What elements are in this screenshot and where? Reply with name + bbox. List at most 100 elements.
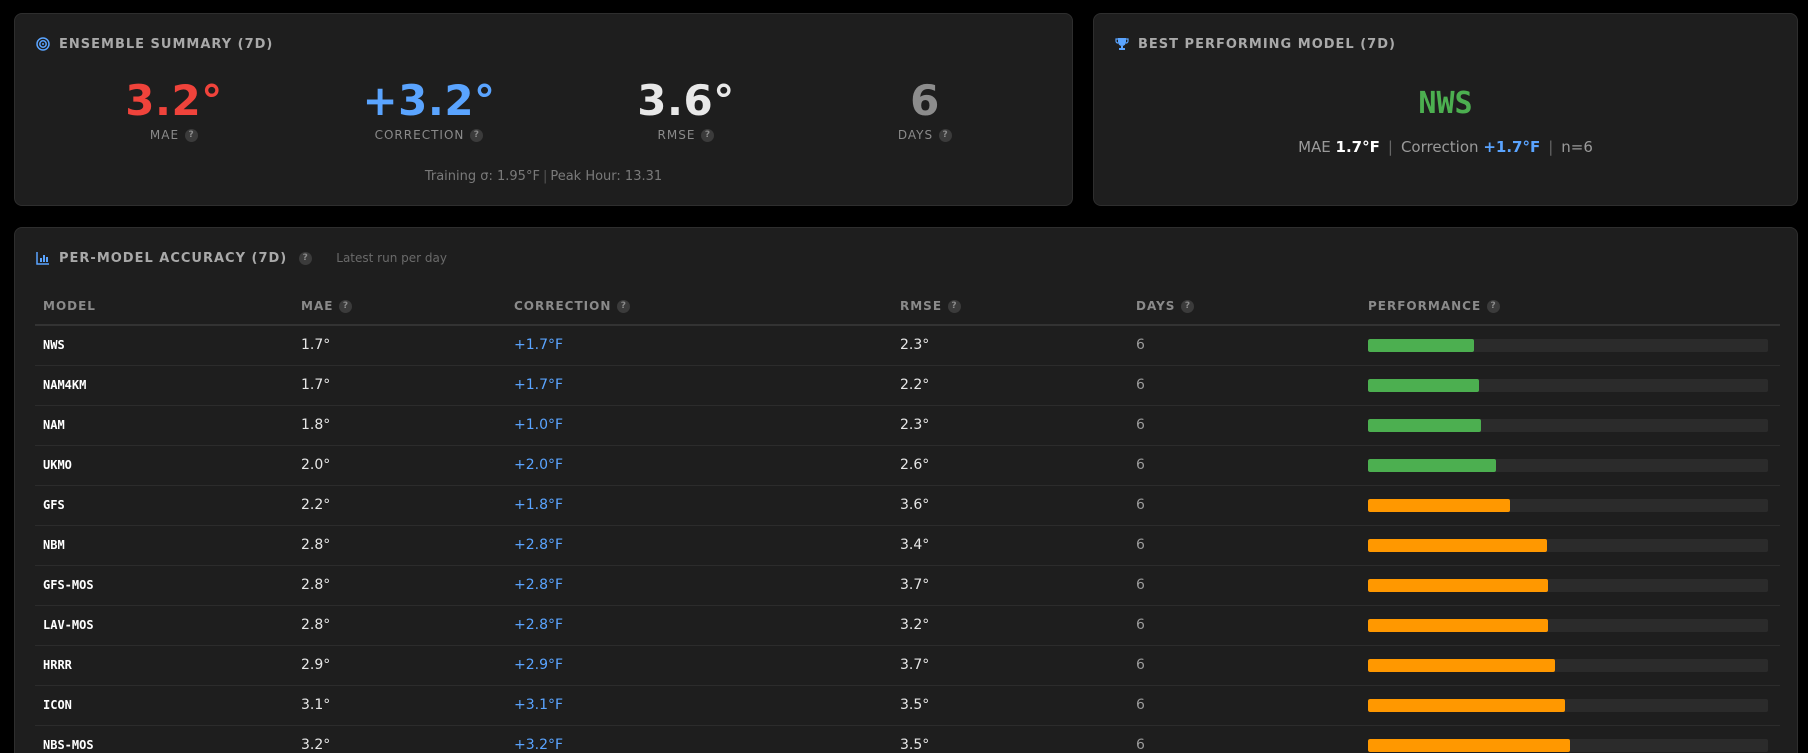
model-performance [1360,365,1780,406]
col-days-label: DAYS [1136,299,1176,313]
table-row: GFS 2.2° +1.8°F 3.6° 6 [35,485,1780,526]
col-rmse-label: RMSE [900,299,943,313]
model-rmse: 2.6° [892,445,1128,486]
performance-bar-fill [1368,538,1548,552]
best-sample-count: n=6 [1561,138,1593,156]
model-name: NBS-MOS [35,725,293,753]
model-days: 6 [1128,685,1360,726]
col-days: DAYS? [1128,288,1360,326]
model-days: 6 [1128,605,1360,646]
performance-bar-fill [1368,418,1482,432]
ensemble-summary-title-text: ENSEMBLE SUMMARY (7D) [59,36,274,52]
help-icon[interactable]: ? [339,300,353,313]
model-name: HRRR [35,645,293,686]
performance-bar-track [1368,738,1768,752]
performance-bar-fill [1368,618,1548,632]
table-row: HRRR 2.9° +2.9°F 3.7° 6 [35,645,1780,686]
help-icon[interactable]: ? [470,128,484,142]
help-icon[interactable]: ? [939,128,953,142]
stat-correction-label: CORRECTION [374,128,465,142]
model-mae: 3.2° [293,725,506,753]
model-rmse: 3.7° [892,565,1128,606]
stat-days-value: 6 [910,76,940,125]
table-row: NAM 1.8° +1.0°F 2.3° 6 [35,405,1780,446]
model-rmse: 3.4° [892,525,1128,566]
summary-footnote: Training σ: 1.95°F | Peak Hour: 13.31 [424,169,663,184]
col-rmse: RMSE? [892,288,1128,326]
model-days: 6 [1128,325,1360,366]
model-rmse: 3.6° [892,485,1128,526]
help-icon[interactable]: ? [1487,300,1501,313]
model-name: NAM [35,405,293,446]
help-icon[interactable]: ? [185,128,199,142]
help-icon[interactable]: ? [1181,300,1195,313]
model-name: ICON [35,685,293,726]
model-mae: 3.1° [293,685,506,726]
accuracy-table: MODEL MAE? CORRECTION? RMSE? DAYS? PERFO… [35,288,1780,753]
model-name: GFS [35,485,293,526]
table-row: GFS-MOS 2.8° +2.8°F 3.7° 6 [35,565,1780,606]
help-icon[interactable]: ? [701,128,715,142]
best-mae-label: MAE [1298,138,1331,156]
performance-bar-track [1368,578,1768,592]
performance-bar-track [1368,618,1768,632]
model-performance [1360,725,1780,753]
model-performance [1360,325,1780,366]
col-model: MODEL [35,288,293,326]
help-icon[interactable]: ? [948,300,962,313]
performance-bar-track [1368,538,1768,552]
model-name: NWS [35,325,293,366]
target-icon [35,36,51,52]
performance-bar-track [1368,658,1768,672]
ensemble-summary-title: ENSEMBLE SUMMARY (7D) [35,36,273,52]
model-performance [1360,685,1780,726]
model-name: LAV-MOS [35,605,293,646]
performance-bar-track [1368,378,1768,392]
stat-mae-label: MAE [149,128,180,142]
performance-bar-fill [1368,458,1496,472]
bar-chart-icon [35,250,51,266]
performance-bar-track [1368,458,1768,472]
model-days: 6 [1128,725,1360,753]
model-name: GFS-MOS [35,565,293,606]
model-performance [1360,445,1780,486]
per-model-accuracy-card: PER-MODEL ACCURACY (7D) ? Latest run per… [14,227,1798,753]
performance-bar-fill [1368,738,1570,752]
help-icon[interactable]: ? [617,300,631,313]
table-row: NBS-MOS 3.2° +3.2°F 3.5° 6 [35,725,1780,753]
model-performance [1360,485,1780,526]
stat-rmse-value: 3.6° [637,76,735,125]
model-days: 6 [1128,365,1360,406]
table-row: NAM4KM 1.7° +1.7°F 2.2° 6 [35,365,1780,406]
model-mae: 2.9° [293,645,506,686]
model-rmse: 2.3° [892,405,1128,446]
model-correction: +1.8°F [506,485,892,526]
performance-bar-fill [1368,378,1479,392]
model-rmse: 3.5° [892,725,1128,753]
table-row: UKMO 2.0° +2.0°F 2.6° 6 [35,445,1780,486]
col-performance: PERFORMANCE? [1360,288,1780,326]
model-days: 6 [1128,525,1360,566]
stat-correction: +3.2° CORRECTION? [329,76,529,142]
model-rmse: 3.7° [892,645,1128,686]
model-rmse: 2.2° [892,365,1128,406]
model-name: UKMO [35,445,293,486]
model-correction: +1.7°F [506,365,892,406]
stat-rmse: 3.6° RMSE? [586,76,786,142]
model-mae: 2.0° [293,445,506,486]
help-icon[interactable]: ? [299,251,313,265]
model-days: 6 [1128,445,1360,486]
model-correction: +3.1°F [506,685,892,726]
model-mae: 2.8° [293,565,506,606]
best-model-title: BEST PERFORMING MODEL (7D) [1114,36,1396,52]
model-correction: +3.2°F [506,725,892,753]
model-performance [1360,645,1780,686]
col-mae: MAE? [293,288,506,326]
performance-bar-track [1368,338,1768,352]
performance-bar-fill [1368,498,1510,512]
stat-mae: 3.2° MAE? [74,76,274,142]
performance-bar-fill [1368,578,1548,592]
model-name: NAM4KM [35,365,293,406]
performance-bar-track [1368,498,1768,512]
model-performance [1360,525,1780,566]
